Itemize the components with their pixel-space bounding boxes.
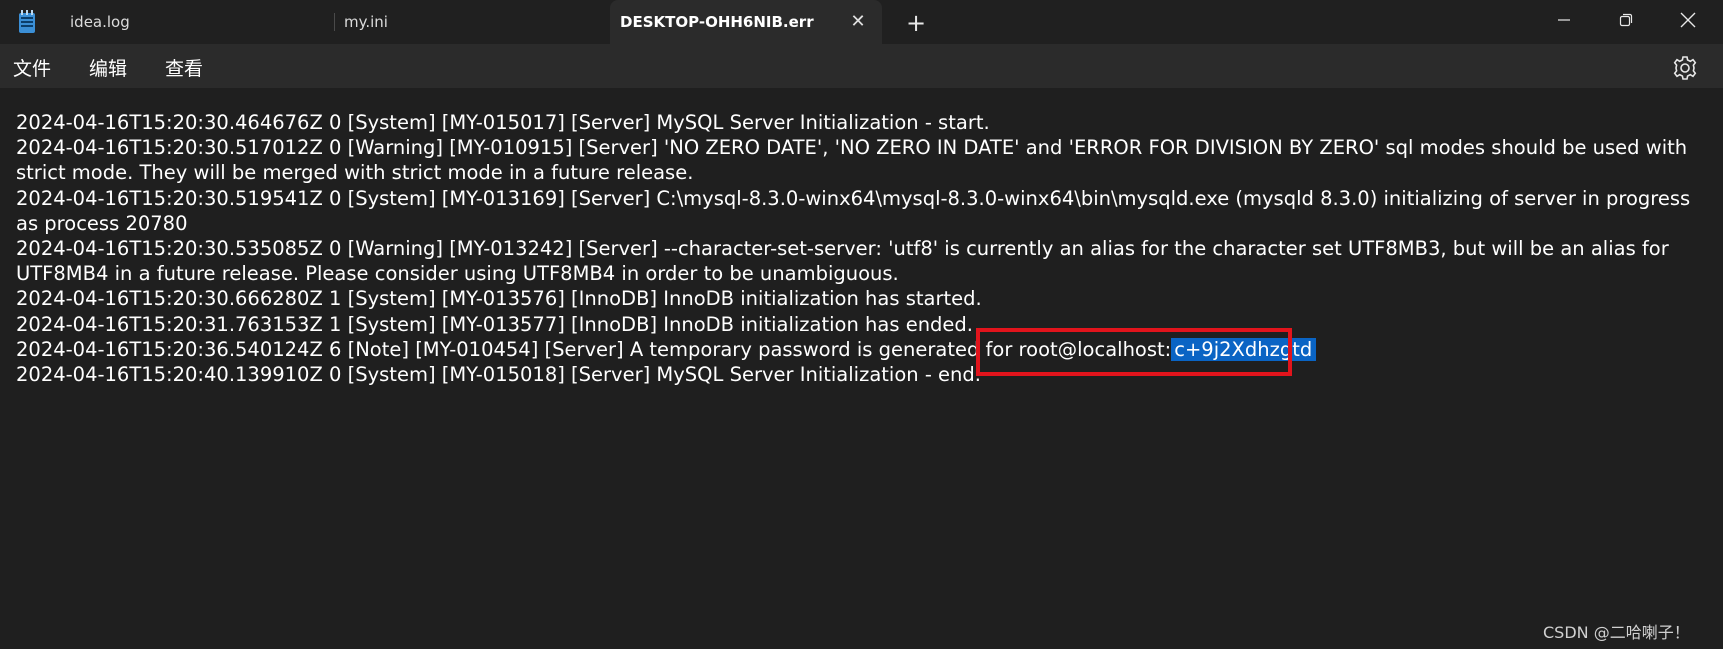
log-line: 2024-04-16T15:20:30.666280Z 1 [System] […	[16, 287, 982, 311]
minimize-icon	[1558, 19, 1570, 21]
close-icon	[1680, 12, 1696, 28]
tab-desktop-err[interactable]: DESKTOP-OHH6NIB.err ✕	[610, 0, 882, 44]
password-highlight-box	[976, 328, 1292, 376]
tab-divider	[334, 13, 335, 31]
menu-bar: 文件 编辑 查看	[0, 44, 1723, 88]
title-bar: idea.log my.ini DESKTOP-OHH6NIB.err ✕ +	[0, 0, 1723, 44]
close-window-button[interactable]	[1658, 0, 1718, 40]
log-line: 2024-04-16T15:20:40.139910Z 0 [System] […	[16, 363, 981, 387]
tab-idea-log[interactable]: idea.log	[62, 0, 332, 44]
tab-label: idea.log	[70, 13, 130, 31]
gear-icon	[1673, 56, 1697, 80]
watermark: CSDN @二哈喇子！	[1543, 623, 1690, 642]
new-tab-button[interactable]: +	[903, 10, 929, 36]
restore-icon	[1619, 13, 1633, 27]
log-line: 2024-04-16T15:20:31.763153Z 1 [System] […	[16, 312, 974, 336]
log-line: 2024-04-16T15:20:30.517012Z 0 [Warning] …	[16, 136, 1688, 185]
notepad-icon	[16, 10, 38, 34]
restore-button[interactable]	[1596, 0, 1656, 40]
menu-view[interactable]: 查看	[165, 54, 203, 81]
log-line-password: 2024-04-16T15:20:36.540124Z 6 [Note] [MY…	[16, 337, 1718, 362]
menu-file[interactable]: 文件	[13, 54, 51, 81]
log-content: 2024-04-16T15:20:30.464676Z 0 [System] […	[16, 110, 1718, 387]
text-editor[interactable]: 2024-04-16T15:20:30.464676Z 0 [System] […	[0, 88, 1723, 649]
minimize-button[interactable]	[1534, 0, 1594, 40]
tab-my-ini[interactable]: my.ini	[336, 0, 606, 44]
tab-label: my.ini	[344, 13, 388, 31]
close-tab-icon[interactable]: ✕	[848, 12, 868, 32]
tab-label: DESKTOP-OHH6NIB.err	[620, 13, 814, 31]
settings-button[interactable]	[1672, 55, 1698, 81]
log-line: 2024-04-16T15:20:30.464676Z 0 [System] […	[16, 111, 990, 134]
log-line: 2024-04-16T15:20:30.535085Z 0 [Warning] …	[16, 237, 1669, 286]
menu-edit[interactable]: 编辑	[89, 54, 127, 81]
log-line: 2024-04-16T15:20:30.519541Z 0 [System] […	[16, 186, 1691, 235]
